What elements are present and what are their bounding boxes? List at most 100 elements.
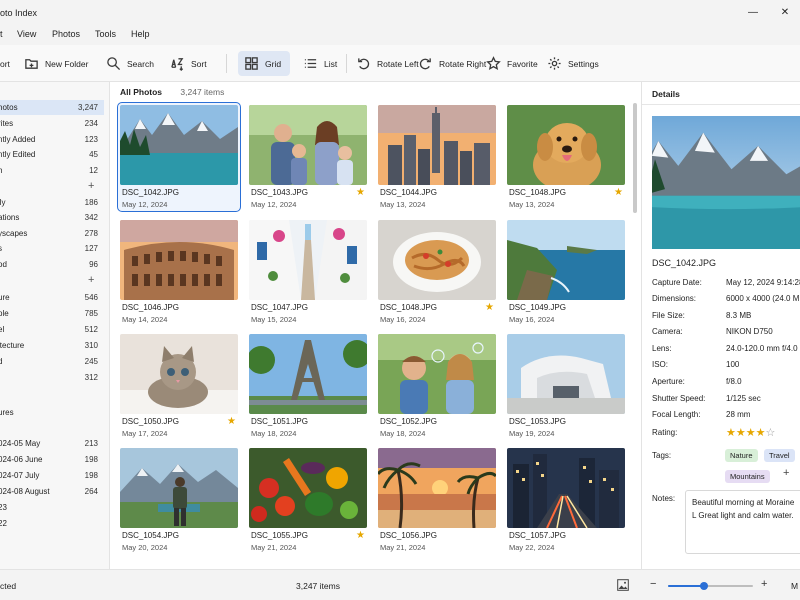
tag-chip[interactable]: Mountains: [725, 470, 770, 483]
sidebar-item-album[interactable]: ations 342: [0, 210, 104, 225]
add-album-button[interactable]: +: [88, 180, 94, 192]
photo-tile[interactable]: DSC_1056.JPG May 21, 2024: [376, 446, 498, 554]
photo-thumbnail[interactable]: [120, 448, 238, 528]
settings-button[interactable]: Settings: [541, 51, 605, 76]
photo-thumbnail[interactable]: [120, 220, 238, 300]
photo-tile[interactable]: DSC_1048.JPG May 13, 2024 ★: [505, 103, 627, 211]
menu-help[interactable]: Help: [131, 29, 150, 39]
zoom-out-button[interactable]: −: [650, 578, 656, 590]
add-tag-plus-button[interactable]: +: [783, 467, 789, 479]
notes-textarea[interactable]: Beautiful morning at Moraine L Great lig…: [685, 490, 800, 554]
sidebar-item-date[interactable]: 024-05 May 213: [0, 436, 104, 451]
favorite-button[interactable]: Favorite: [480, 51, 544, 76]
sidebar-item-tag[interactable]: el 512: [0, 322, 104, 337]
photo-thumbnail[interactable]: [378, 105, 496, 185]
selection-status: cted: [0, 581, 17, 591]
photo-tile[interactable]: DSC_1052.JPG May 18, 2024: [376, 332, 498, 440]
photo-image: [507, 334, 625, 414]
sidebar-item-tag[interactable]: ple 785: [0, 306, 104, 321]
details-filename: DSC_1042.JPG: [652, 258, 717, 268]
photo-thumbnail[interactable]: [120, 105, 238, 185]
photo-tile[interactable]: DSC_1044.JPG May 13, 2024: [376, 103, 498, 211]
photo-tile[interactable]: DSC_1046.JPG May 14, 2024: [118, 218, 240, 326]
rating-stars[interactable]: ★★★★☆: [726, 426, 775, 439]
photo-thumbnail[interactable]: [249, 220, 367, 300]
photo-thumbnail[interactable]: [378, 334, 496, 414]
favorite-star-icon[interactable]: ★: [356, 530, 365, 541]
sort-button[interactable]: Sort: [164, 51, 213, 76]
photo-tile[interactable]: DSC_1049.JPG May 16, 2024: [505, 218, 627, 326]
photo-tile[interactable]: DSC_1050.JPG May 17, 2024 ★: [118, 332, 240, 440]
photo-thumbnail[interactable]: [249, 105, 367, 185]
photo-thumbnail[interactable]: [507, 105, 625, 185]
favorite-star-icon[interactable]: ★: [614, 187, 623, 198]
photo-tile[interactable]: DSC_1051.JPG May 18, 2024: [247, 332, 369, 440]
photo-thumbnail[interactable]: [378, 448, 496, 528]
sidebar-item-recently-edited[interactable]: ntly Edited 45: [0, 147, 104, 162]
star-filled-icon[interactable]: ★: [746, 427, 756, 439]
star-filled-icon[interactable]: ★: [756, 427, 766, 439]
sidebar-item-album[interactable]: ily186: [0, 195, 104, 210]
zoom-slider-thumb[interactable]: [699, 582, 708, 590]
photo-thumbnail[interactable]: [507, 334, 625, 414]
tag-chip[interactable]: Nature: [725, 449, 758, 462]
minimize-button[interactable]: —: [738, 0, 768, 25]
sidebar-item-date[interactable]: 024-06 June 198: [0, 452, 104, 467]
sidebar-item-album[interactable]: yscapes 278: [0, 226, 104, 241]
image-icon[interactable]: [617, 579, 629, 591]
sidebar-item-favorites[interactable]: rites234: [0, 116, 104, 131]
photo-tile[interactable]: DSC_1043.JPG May 12, 2024 ★: [247, 103, 369, 211]
new-folder-button[interactable]: New Folder: [18, 51, 94, 76]
photo-thumbnail[interactable]: [249, 334, 367, 414]
menu-tools[interactable]: Tools: [95, 29, 116, 39]
import-button[interactable]: ort: [0, 51, 16, 76]
favorite-star-icon[interactable]: ★: [356, 187, 365, 198]
sidebar-item-tag[interactable]: ure 546: [0, 290, 104, 305]
tag-chip[interactable]: Travel: [764, 449, 795, 462]
menu-photos[interactable]: Photos: [52, 29, 80, 39]
photo-tile[interactable]: DSC_1048.JPG May 16, 2024 ★: [376, 218, 498, 326]
sidebar-item-tag[interactable]: itecture 310: [0, 338, 104, 353]
grid-scrollbar[interactable]: [633, 103, 637, 213]
sidebar-item-album[interactable]: od 96: [0, 257, 104, 272]
sidebar-item-tag[interactable]: d 245: [0, 354, 104, 369]
sidebar-item-recently-added[interactable]: ntly Added 123: [0, 132, 104, 147]
add-tag-button[interactable]: +: [88, 274, 94, 286]
photo-thumbnail[interactable]: [120, 334, 238, 414]
sidebar-item-year[interactable]: 22: [0, 516, 104, 531]
photo-tile[interactable]: DSC_1042.JPG May 12, 2024: [117, 102, 241, 212]
close-button[interactable]: ✕: [770, 0, 800, 25]
photo-date: May 14, 2024: [122, 315, 168, 324]
photo-tile[interactable]: DSC_1047.JPG May 15, 2024: [247, 218, 369, 326]
sidebar-item-all-photos[interactable]: hotos 3,247: [0, 100, 104, 115]
zoom-slider[interactable]: [668, 582, 753, 590]
sidebar-item-pictures[interactable]: ures: [0, 405, 104, 420]
toolbar-separator: [346, 54, 347, 73]
search-button[interactable]: Search: [100, 51, 160, 76]
sidebar-item-date[interactable]: 024-08 August 264: [0, 484, 104, 499]
list-view-button[interactable]: List: [297, 51, 343, 76]
photo-tile[interactable]: DSC_1053.JPG May 19, 2024: [505, 332, 627, 440]
zoom-in-button[interactable]: +: [761, 578, 767, 590]
photo-thumbnail[interactable]: [507, 448, 625, 528]
sidebar-item-tag[interactable]: 312: [0, 370, 104, 385]
sidebar-item-album[interactable]: s 127: [0, 241, 104, 256]
menu-edit[interactable]: t: [0, 29, 3, 39]
sidebar-item-date[interactable]: 024-07 July 198: [0, 468, 104, 483]
grid-view-button[interactable]: Grid: [238, 51, 290, 76]
sidebar-item-year[interactable]: 23: [0, 500, 104, 515]
photo-thumbnail[interactable]: [249, 448, 367, 528]
photo-thumbnail[interactable]: [507, 220, 625, 300]
star-empty-icon[interactable]: ☆: [766, 427, 776, 439]
sidebar-item-trash[interactable]: h 12: [0, 163, 104, 178]
star-filled-icon[interactable]: ★: [736, 427, 746, 439]
photo-tile[interactable]: DSC_1054.JPG May 20, 2024: [118, 446, 240, 554]
photo-image: [120, 334, 238, 414]
photo-thumbnail[interactable]: [378, 220, 496, 300]
star-filled-icon[interactable]: ★: [726, 427, 736, 439]
favorite-star-icon[interactable]: ★: [485, 302, 494, 313]
photo-tile[interactable]: DSC_1057.JPG May 22, 2024: [505, 446, 627, 554]
menu-view[interactable]: View: [17, 29, 36, 39]
photo-tile[interactable]: DSC_1055.JPG May 21, 2024 ★: [247, 446, 369, 554]
favorite-star-icon[interactable]: ★: [227, 416, 236, 427]
